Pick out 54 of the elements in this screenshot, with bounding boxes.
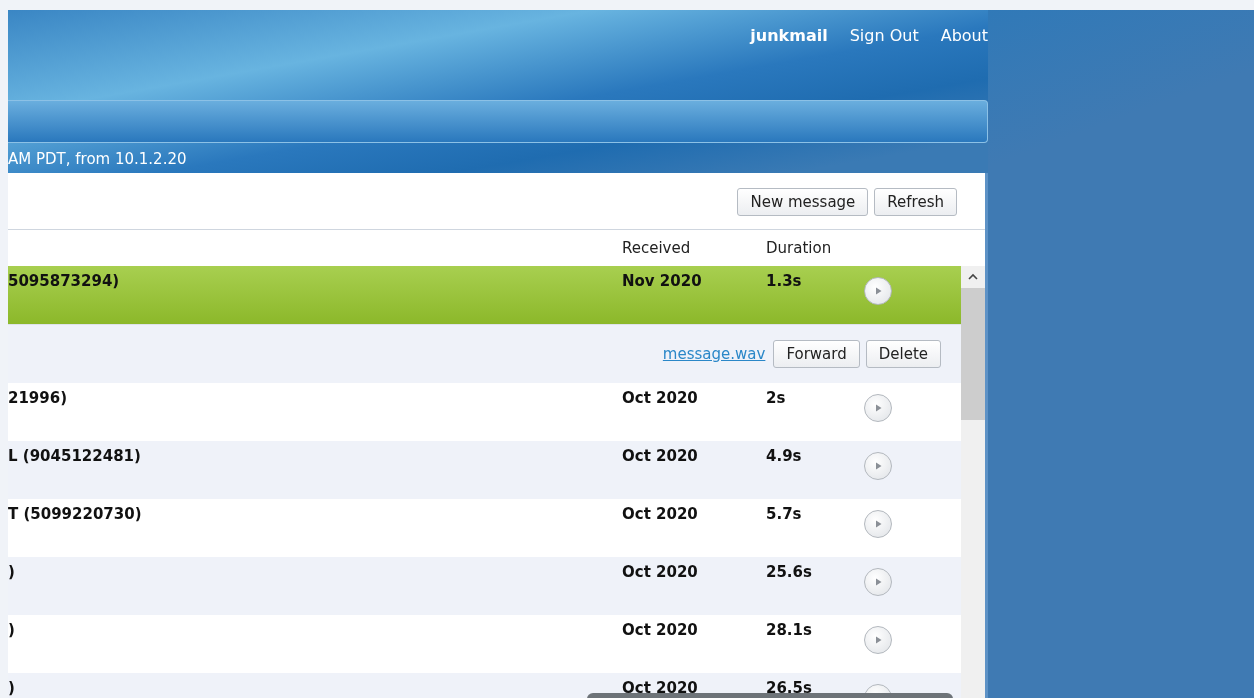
message-row[interactable]: 5095873294) Nov 2020 1.3s bbox=[8, 266, 961, 324]
message-row[interactable]: ) Oct 2020 28.1s bbox=[8, 615, 961, 673]
play-button[interactable] bbox=[864, 510, 892, 538]
duration-text: 28.1s bbox=[766, 621, 813, 639]
message-row[interactable]: ) Oct 2020 25.6s bbox=[8, 557, 961, 615]
caller-text: ) bbox=[8, 679, 16, 697]
duration-text: 26.5s bbox=[766, 679, 813, 697]
received-date: Oct 2020 bbox=[622, 389, 699, 407]
toolbar-button[interactable]: Refresh bbox=[874, 188, 957, 216]
play-button[interactable] bbox=[864, 277, 892, 305]
column-header: Duration bbox=[766, 239, 832, 257]
message-action-button[interactable]: Forward bbox=[773, 340, 860, 368]
received-date: Oct 2020 bbox=[622, 505, 699, 523]
caller-text: ) bbox=[8, 621, 16, 639]
message-action-button[interactable]: Delete bbox=[865, 340, 941, 368]
message-row[interactable]: 21996) Oct 2020 2s bbox=[8, 383, 961, 441]
play-icon[interactable] bbox=[873, 286, 883, 296]
message-row[interactable]: ) Oct 2020 26.5s bbox=[8, 673, 961, 698]
message-row[interactable]: L (9045122481) Oct 2020 4.9s bbox=[8, 441, 961, 499]
duration-text: 25.6s bbox=[766, 563, 813, 581]
scroll-up-icon[interactable] bbox=[968, 273, 978, 280]
caller-text: T (5099220730) bbox=[8, 505, 143, 523]
message-row[interactable]: T (5099220730) Oct 2020 5.7s bbox=[8, 499, 961, 557]
play-icon[interactable] bbox=[873, 403, 883, 413]
caller-text: L (9045122481) bbox=[8, 447, 142, 465]
play-icon[interactable] bbox=[873, 635, 883, 645]
header-link[interactable]: About bbox=[940, 26, 988, 45]
play-icon[interactable] bbox=[873, 519, 883, 529]
duration-text: 1.3s bbox=[766, 272, 803, 290]
login-status-text: AM PDT, from 10.1.2.20 bbox=[8, 149, 188, 170]
play-button[interactable] bbox=[864, 568, 892, 596]
received-date: Oct 2020 bbox=[622, 679, 699, 697]
caller-text: ) bbox=[8, 563, 16, 581]
received-date: Oct 2020 bbox=[622, 447, 699, 465]
play-button[interactable] bbox=[864, 394, 892, 422]
attachment-link[interactable]: message.wav bbox=[662, 345, 766, 363]
caller-text: 5095873294) bbox=[8, 272, 121, 290]
play-icon[interactable] bbox=[873, 577, 883, 587]
header-link[interactable]: Sign Out bbox=[849, 26, 919, 45]
received-date: Nov 2020 bbox=[622, 272, 703, 290]
scrollbar[interactable] bbox=[961, 266, 985, 698]
toolbar-button[interactable]: New message bbox=[737, 188, 869, 216]
play-icon[interactable] bbox=[873, 461, 883, 471]
caller-text: 21996) bbox=[8, 389, 69, 407]
received-date: Oct 2020 bbox=[622, 621, 699, 639]
duration-text: 2s bbox=[766, 389, 787, 407]
duration-text: 4.9s bbox=[766, 447, 803, 465]
column-header: Received bbox=[622, 239, 692, 257]
play-button[interactable] bbox=[864, 626, 892, 654]
username-label: junkmail bbox=[750, 26, 828, 45]
scrollbar-thumb[interactable] bbox=[961, 288, 985, 420]
play-button[interactable] bbox=[864, 452, 892, 480]
received-date: Oct 2020 bbox=[622, 563, 699, 581]
duration-text: 5.7s bbox=[766, 505, 803, 523]
